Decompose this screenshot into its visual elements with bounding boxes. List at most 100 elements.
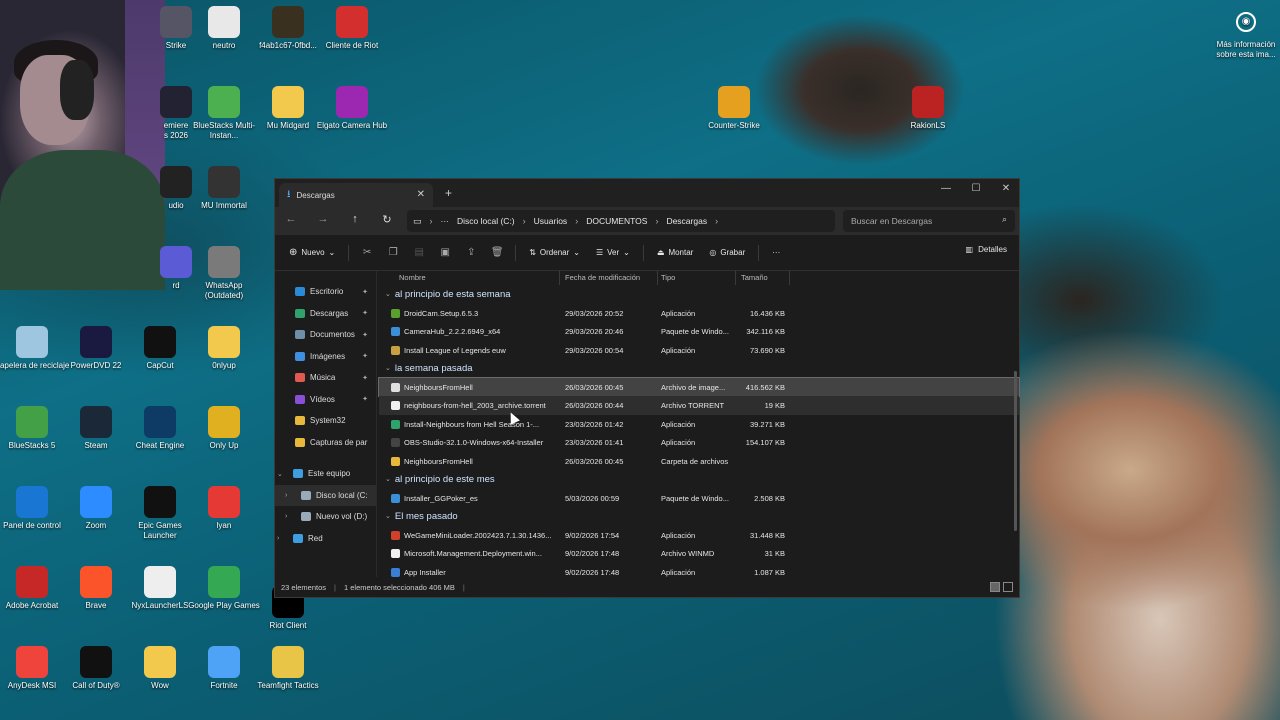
refresh-icon[interactable]: ↻: [377, 213, 397, 226]
file-date: 29/03/2026 00:54: [565, 345, 624, 355]
chevron-icon[interactable]: ›: [277, 535, 285, 542]
tiles-view-icon[interactable]: [1003, 582, 1013, 592]
desktop-icon[interactable]: Counter-Strike: [696, 86, 772, 131]
group-header[interactable]: ⌄ al principio de este mes: [379, 470, 1019, 489]
back-icon[interactable]: ←: [281, 213, 301, 225]
cut-icon[interactable]: ✂: [356, 244, 378, 262]
desktop-icon[interactable]: Elgato Camera Hub: [314, 86, 390, 131]
close-tab-icon[interactable]: ✕: [417, 189, 425, 200]
column-size[interactable]: Tamaño: [741, 273, 768, 282]
tree-item[interactable]: ⌄ Este equipo: [275, 463, 376, 485]
sidebar-item[interactable]: Escritorio ✦: [275, 281, 376, 303]
forward-icon[interactable]: →: [313, 213, 333, 225]
tree-item[interactable]: › Nuevo vol (D:): [275, 506, 376, 528]
file-row[interactable]: Microsoft.Management.Deployment.win... 9/…: [379, 544, 1019, 563]
chevron-right-icon: ›: [715, 216, 719, 226]
details-view-icon[interactable]: [990, 582, 1000, 592]
file-date: 23/03/2026 01:41: [565, 438, 624, 447]
file-row[interactable]: WeGameMiniLoader.2002423.7.1.30.1436... 9…: [379, 526, 1019, 545]
file-row[interactable]: Install League of Legends euw 29/03/2026 …: [379, 341, 1019, 360]
view-toggle: [990, 582, 1013, 592]
rename-icon[interactable]: ▣: [434, 244, 456, 262]
column-name[interactable]: Nombre: [399, 273, 426, 282]
desktop-icon[interactable]: Only Up: [186, 406, 262, 451]
sidebar-item-label: Imágenes: [310, 351, 346, 361]
desktop-icon[interactable]: lyan: [186, 486, 262, 531]
chevron-icon[interactable]: ›: [285, 492, 293, 499]
copy-icon[interactable]: ❐: [382, 244, 404, 262]
address-more[interactable]: ···: [441, 216, 450, 226]
file-row[interactable]: Install-Neighbours from Hell Season 1-..…: [379, 415, 1019, 434]
file-icon: [391, 308, 400, 318]
app-icon: [16, 486, 48, 518]
tab-descargas[interactable]: ⭳ Descargas ✕: [279, 183, 433, 207]
group-header[interactable]: ⌄ El mes pasado: [379, 507, 1019, 526]
desktop-icon-label: Riot Client: [269, 621, 307, 630]
group-title: El mes pasado: [394, 510, 458, 522]
file-row[interactable]: Installer_GGPoker_es 5/03/2026 00:59 Paque…: [379, 489, 1019, 508]
more-options-button[interactable]: ···: [766, 245, 786, 260]
desktop-icon[interactable]: Teamfight Tactics: [250, 646, 326, 691]
breadcrumb-disco[interactable]: Disco local (C:): [457, 216, 515, 226]
desktop-icon[interactable]: WhatsApp (Outdated): [186, 246, 262, 301]
file-row[interactable]: neighbours-from-hell_2003_archive.torren…: [379, 396, 1019, 415]
mount-button[interactable]: ⏏ Montar: [651, 245, 699, 260]
sort-button[interactable]: ⇅ Ordenar ⌄: [523, 245, 586, 260]
file-name: neighbours-from-hell_2003_archive.torren…: [404, 401, 546, 410]
chevron-right-icon: ›: [575, 216, 579, 226]
file-row[interactable]: NeighboursFromHell 26/03/2026 00:45 Carpet…: [379, 452, 1019, 471]
column-type[interactable]: Tipo: [661, 273, 675, 282]
breadcrumb-documentos[interactable]: DOCUMENTOS: [586, 216, 647, 226]
sidebar-item[interactable]: System32: [275, 410, 376, 432]
delete-icon[interactable]: 🗑: [486, 244, 508, 262]
app-icon: [208, 246, 240, 278]
desktop-icon[interactable]: RakionLS: [890, 86, 966, 131]
minimize-button[interactable]: —: [931, 183, 961, 194]
breadcrumb-usuarios[interactable]: Usuarios: [534, 216, 568, 226]
file-row[interactable]: DroidCam.Setup.6.5.3 29/03/2026 20:52 Apli…: [379, 304, 1019, 323]
sidebar-item[interactable]: Imágenes ✦: [275, 346, 376, 368]
sidebar-item[interactable]: Descargas ✦: [275, 303, 376, 325]
file-row[interactable]: OBS-Studio-32.1.0-Windows-x64-Installer 2…: [379, 433, 1019, 452]
app-icon: [16, 646, 48, 678]
chevron-icon[interactable]: ⌄: [277, 470, 285, 478]
maximize-button[interactable]: ☐: [961, 183, 991, 194]
up-icon[interactable]: ↑: [345, 213, 365, 225]
sidebar-item[interactable]: Documentos ✦: [275, 324, 376, 346]
sidebar-item[interactable]: Vídeos ✦: [275, 389, 376, 411]
new-tab-button[interactable]: +: [445, 186, 452, 200]
file-name: NeighboursFromHell: [404, 382, 473, 392]
new-button[interactable]: ⊕ Nuevo ⌄: [283, 244, 341, 261]
desktop-icon-label: 0nlyup: [212, 361, 236, 370]
file-size: 19 KB: [764, 401, 785, 410]
file-row[interactable]: NeighboursFromHell 26/03/2026 00:45 Archiv…: [378, 376, 1020, 397]
desktop-icon[interactable]: 0nlyup: [186, 326, 262, 371]
breadcrumb-descargas[interactable]: Descargas: [666, 216, 707, 226]
vertical-scrollbar[interactable]: [1014, 371, 1017, 531]
desktop-icon[interactable]: MU Immortal: [186, 166, 262, 211]
address-bar[interactable]: ▭ › ··· Disco local (C:) › Usuarios › DO…: [407, 210, 835, 232]
folder-icon: [295, 373, 305, 383]
column-date[interactable]: Fecha de modificación: [565, 273, 640, 282]
folder-icon: [295, 308, 305, 318]
file-row[interactable]: CameraHub_2.2.2.6949_x64 29/03/2026 20:46…: [379, 322, 1019, 341]
group-header[interactable]: ⌄ al principio de esta semana: [379, 285, 1019, 304]
details-button[interactable]: ▥ Detalles: [966, 245, 1007, 254]
chevron-down-icon: ⌄: [385, 476, 391, 484]
group-header[interactable]: ⌄ la semana pasada: [379, 359, 1019, 378]
spotlight-info-widget[interactable]: ◉ Más información sobre esta ima...: [1212, 12, 1280, 60]
view-button[interactable]: ☰ Ver ⌄: [590, 245, 636, 260]
chevron-icon[interactable]: ›: [285, 513, 293, 520]
file-date: 29/03/2026 20:52: [565, 308, 624, 318]
desktop-icon[interactable]: Cliente de Riot: [314, 6, 390, 51]
share-icon[interactable]: ⇪: [460, 244, 482, 262]
chevron-down-icon: ⌄: [385, 291, 391, 299]
close-window-button[interactable]: ✕: [991, 183, 1021, 194]
tree-item[interactable]: › Red: [275, 528, 376, 550]
paste-icon[interactable]: ▤: [408, 244, 430, 262]
search-input[interactable]: Buscar en Descargas ⌕: [843, 210, 1015, 232]
sidebar-item[interactable]: Capturas de par: [275, 432, 376, 454]
tree-item[interactable]: › Disco local (C:: [275, 484, 376, 506]
burn-button[interactable]: ◎ Grabar: [703, 245, 751, 260]
sidebar-item[interactable]: Música ✦: [275, 367, 376, 389]
